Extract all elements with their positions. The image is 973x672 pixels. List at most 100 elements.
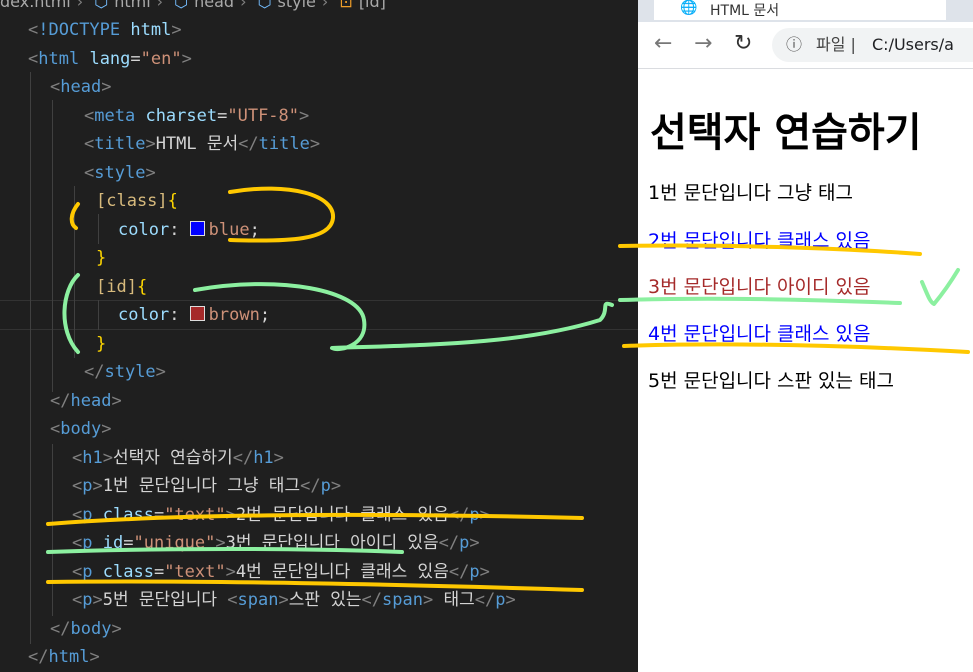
code-line[interactable]: <head>	[50, 73, 111, 101]
indent-guide	[52, 100, 53, 392]
back-icon[interactable]: ←	[654, 32, 672, 56]
token: p	[82, 562, 93, 582]
token: "unique"	[133, 533, 216, 553]
code-line[interactable]: <p id="unique">3번 문단입니다 아이디 있음</p>	[72, 529, 480, 557]
paragraph-1: 1번 문단입니다 그냥 태그	[648, 182, 854, 204]
paragraph-3: 3번 문단입니다 아이디 있음	[648, 276, 871, 298]
token: blue	[208, 220, 250, 240]
token: color	[118, 220, 170, 240]
token: 3번 문단입니다 아이디 있음	[225, 533, 439, 553]
token: 4번 문단입니다 클래스 있음	[235, 562, 449, 582]
reload-icon[interactable]: ↻	[734, 32, 752, 56]
code-line[interactable]: }	[96, 244, 106, 272]
token: h1	[253, 448, 274, 468]
token: title	[94, 134, 146, 154]
browser-tab[interactable]: 🌐 HTML 문서	[654, 0, 946, 20]
token: p	[320, 476, 331, 496]
code-line[interactable]: [class]{	[96, 187, 178, 215]
code-line[interactable]: <body>	[50, 415, 111, 443]
indent-guide	[52, 444, 53, 616]
tab-title: HTML 문서	[710, 3, 780, 19]
indent-guide	[74, 186, 75, 358]
token: p	[82, 590, 93, 610]
cube-icon: ⬡	[257, 0, 272, 11]
token: html	[38, 49, 80, 69]
browser-toolbar: ← → ↻ ⓘ 파일 | C:/Users/a	[638, 22, 973, 69]
token: html	[48, 647, 90, 667]
token: p	[495, 590, 506, 610]
scheme-label: 파일	[816, 35, 846, 54]
globe-icon: 🌐	[680, 0, 698, 16]
code-line[interactable]: <p>5번 문단입니다 <span>스판 있는</span> 태그</p>	[72, 586, 516, 614]
indent-guide	[98, 214, 99, 244]
token: charset	[145, 106, 218, 126]
code-line[interactable]: <p>1번 문단입니다 그냥 태그</p>	[72, 472, 341, 500]
token: [id]	[96, 277, 137, 297]
code-line[interactable]: <h1>선택자 연습하기</h1>	[72, 444, 284, 472]
token: !DOCTYPE	[38, 20, 121, 40]
code-line[interactable]: <p class="text">2번 문단입니다 클래스 있음</p>	[72, 501, 490, 529]
token: 선택자 연습하기	[112, 448, 233, 468]
code-line[interactable]: <style>	[84, 159, 156, 187]
token: 1번 문단입니다 그냥 태그	[102, 476, 301, 496]
url-text: C:/Users/a	[872, 35, 954, 54]
code-line[interactable]: </html>	[28, 643, 100, 671]
breadcrumb-style[interactable]: style	[278, 0, 316, 11]
breadcrumb-file[interactable]: dex.html	[0, 0, 71, 11]
token: body	[60, 419, 102, 439]
token: body	[70, 619, 112, 639]
token: p	[82, 476, 93, 496]
token: p	[469, 505, 480, 525]
token: head	[70, 391, 112, 411]
token: p	[82, 533, 93, 553]
cube-icon: ⬡	[94, 0, 109, 11]
token: "text"	[164, 562, 226, 582]
token: [class]	[96, 191, 168, 211]
code-line[interactable]: <html lang="en">	[28, 45, 192, 73]
code-line[interactable]: <!DOCTYPE html>	[28, 16, 182, 44]
forward-icon[interactable]: →	[694, 32, 712, 56]
token: p	[82, 505, 93, 525]
color-swatch-blue[interactable]	[189, 221, 205, 236]
browser-window: 🌐 HTML 문서 ← → ↻ ⓘ 파일 | C:/Users/a 선택자 연습…	[638, 0, 973, 672]
indent-guide	[30, 72, 31, 644]
breadcrumb-html[interactable]: html	[114, 0, 150, 11]
token: 2번 문단입니다 클래스 있음	[235, 505, 449, 525]
token: color	[118, 305, 170, 325]
code-line[interactable]: <meta charset="UTF-8">	[84, 102, 309, 130]
token: title	[258, 134, 310, 154]
code-line[interactable]: }	[96, 330, 106, 358]
paragraph-5: 5번 문단입니다 스판 있는 태그	[648, 370, 895, 392]
selector-icon: ⊡	[339, 0, 353, 11]
token: id	[102, 533, 124, 553]
address-bar[interactable]: ⓘ 파일 | C:/Users/a	[772, 28, 973, 62]
cube-icon: ⬡	[174, 0, 189, 11]
info-icon[interactable]: ⓘ	[786, 28, 802, 62]
token: HTML 문서	[155, 134, 239, 154]
breadcrumb-id[interactable]: [id]	[359, 0, 386, 11]
token: html	[130, 20, 172, 40]
code-line[interactable]: [id]{	[96, 273, 147, 301]
code-line[interactable]: <title>HTML 문서</title>	[84, 130, 320, 158]
code-line[interactable]: color: blue;	[118, 216, 260, 244]
code-line[interactable]: </style>	[84, 358, 166, 386]
current-line-highlight	[0, 300, 638, 330]
code-line[interactable]: <p class="text">4번 문단입니다 클래스 있음</p>	[72, 558, 490, 586]
paragraph-2: 2번 문단입니다 클래스 있음	[648, 230, 871, 252]
code-editor[interactable]: dex.html › ⬡ html › ⬡ head › ⬡ style › ⊡ [id] <!…	[0, 0, 638, 672]
color-swatch-brown[interactable]	[189, 306, 205, 321]
code-line[interactable]: color: brown;	[118, 301, 270, 329]
page-heading: 선택자 연습하기	[650, 110, 922, 156]
indent-guide	[98, 300, 99, 330]
token: span	[237, 590, 279, 610]
token: style	[94, 163, 146, 183]
token: lang	[89, 49, 131, 69]
paragraph-4: 4번 문단입니다 클래스 있음	[648, 323, 871, 345]
token: span	[382, 590, 423, 610]
breadcrumb-head[interactable]: head	[194, 0, 234, 11]
token: 태그	[433, 590, 475, 610]
breadcrumb: dex.html › ⬡ html › ⬡ head › ⬡ style › ⊡ [id]	[0, 0, 392, 12]
code-line[interactable]: </head>	[50, 387, 122, 415]
code-line[interactable]: </body>	[50, 615, 122, 643]
token: p	[459, 533, 470, 553]
